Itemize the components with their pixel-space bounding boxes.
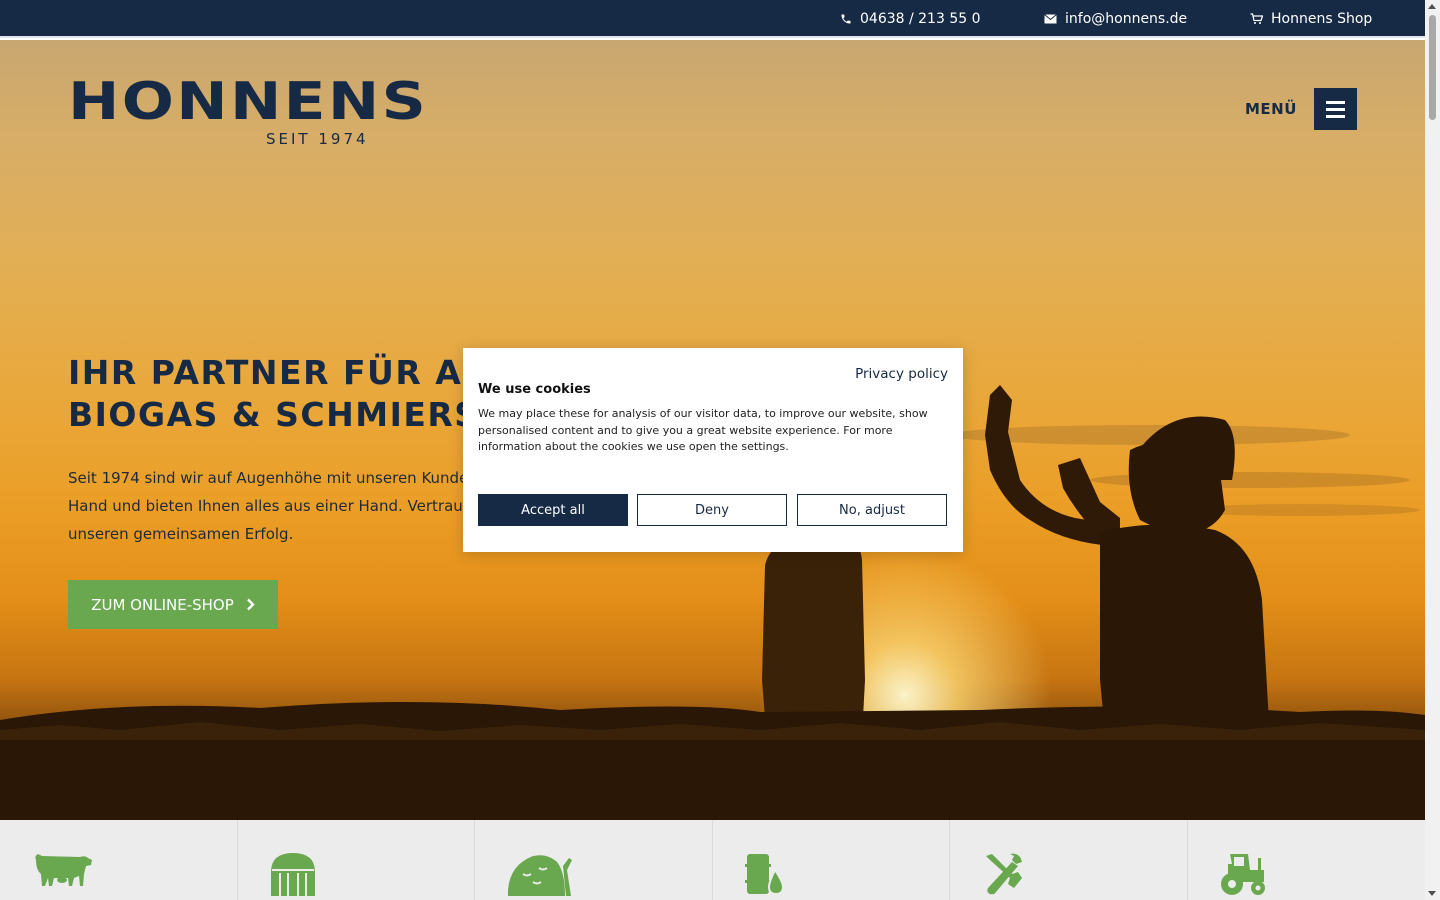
lubricant-icon [744,854,784,896]
silage-icon [507,855,572,896]
phone-icon [841,14,851,24]
honnens-logo[interactable]: HONNENS SEIT 1974 [68,74,426,148]
hamburger-bar [1326,100,1345,104]
logo-since-text: SEIT 1974 [266,130,369,148]
tractor-icon [1220,854,1265,895]
accept-all-button[interactable]: Accept all [478,494,628,526]
email-address: info@honnens.de [1065,11,1188,27]
category-tile-buildings[interactable] [238,820,475,900]
hamburger-bar [1326,114,1345,118]
adjust-button[interactable]: No, adjust [797,494,947,526]
tools-icon [986,853,1022,895]
chevron-right-icon [246,598,255,611]
barn-icon [270,853,315,896]
online-shop-button[interactable]: ZUM ONLINE-SHOP [68,580,278,629]
phone-number: 04638 / 213 55 0 [860,11,981,27]
phone-link[interactable]: 04638 / 213 55 0 [840,0,981,38]
shop-link[interactable]: Honnens Shop [1250,0,1372,38]
category-tile-livestock[interactable] [0,820,238,900]
deny-button[interactable]: Deny [637,494,787,526]
hamburger-bar [1326,107,1345,111]
cookie-dialog-text: We may place these for analysis of our v… [478,407,928,453]
hamburger-menu-button[interactable] [1314,88,1357,130]
page-scrollbar[interactable] [1425,0,1440,900]
logo-wordmark: HONNENS [68,72,429,132]
privacy-policy-link[interactable]: Privacy policy [855,366,948,382]
email-link[interactable]: info@honnens.de [1044,0,1187,38]
shop-label: Honnens Shop [1271,11,1373,27]
mail-icon [1044,14,1057,24]
category-tile-silage[interactable] [475,820,713,900]
top-contact-bar: 04638 / 213 55 0 info@honnens.de Honnens… [0,0,1425,38]
cow-icon [35,854,92,886]
cookie-dialog-title: We use cookies [478,382,591,397]
scroll-down-arrow-icon[interactable] [1428,891,1436,896]
category-strip [0,820,1425,900]
menu-label[interactable]: MENÜ [1245,100,1297,118]
cookie-consent-dialog: Privacy policy We use cookies We may pla… [463,348,963,552]
online-shop-button-label: ZUM ONLINE-SHOP [91,595,234,614]
category-tile-service[interactable] [950,820,1188,900]
category-tile-machinery[interactable] [1188,820,1426,900]
scrollbar-thumb[interactable] [1429,15,1436,120]
scroll-up-arrow-icon[interactable] [1428,4,1436,9]
cart-icon [1250,13,1263,24]
category-tile-lubricants[interactable] [713,820,950,900]
